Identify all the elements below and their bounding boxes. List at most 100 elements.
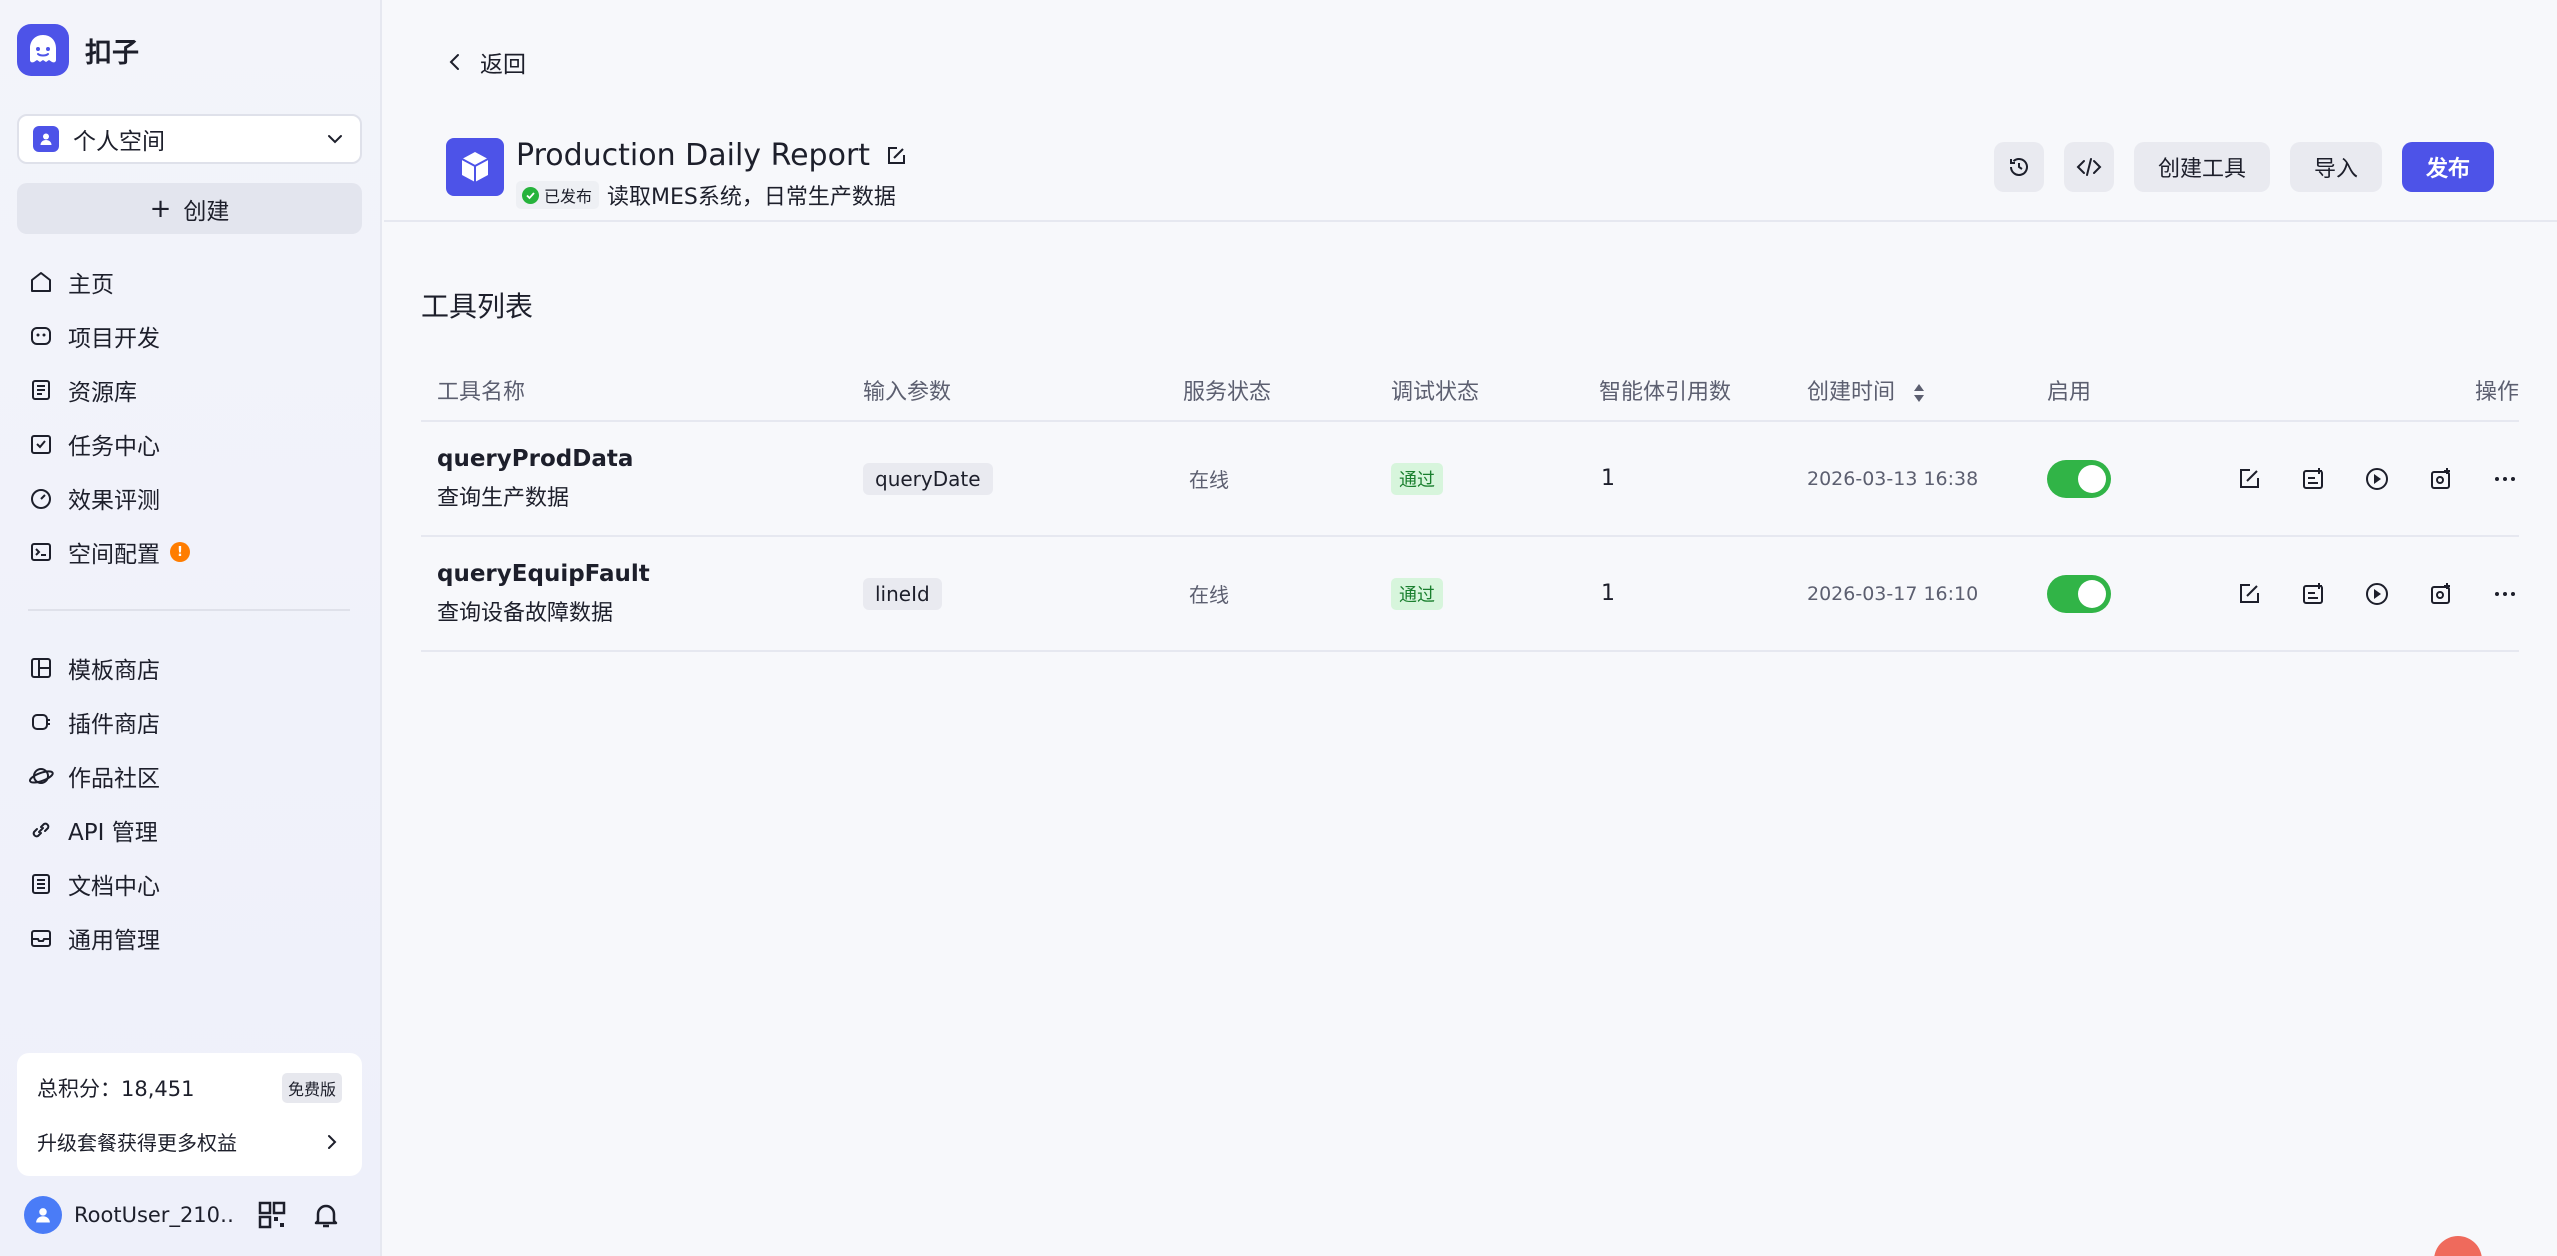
doc-icon <box>32 874 50 894</box>
create-tool-button[interactable]: 创建工具 <box>2133 142 2270 192</box>
header-divider <box>384 220 2557 222</box>
nav-label: API 管理 <box>68 820 158 846</box>
edit-icon[interactable] <box>2235 465 2263 493</box>
plugin-header: Production Daily Report 已发布 读取MES系统，日常生产… <box>446 138 908 211</box>
col-service: 服务状态 <box>1183 380 1272 405</box>
param-tag: queryDate <box>863 462 993 495</box>
plugin-title: Production Daily Report <box>516 138 871 173</box>
nav-item-library[interactable]: 资源库 <box>28 363 358 417</box>
publish-button[interactable]: 发布 <box>2401 142 2494 192</box>
brand-name: 扣子 <box>85 37 139 69</box>
ref-count: 1 <box>1601 581 1615 606</box>
nav-label: 作品社区 <box>68 766 160 792</box>
inbox-icon <box>31 930 51 947</box>
table-row[interactable]: queryEquipFault 查询设备故障数据 lineId 在线 通过 1 … <box>421 537 2519 652</box>
row-actions <box>2199 580 2519 608</box>
sidebar: 扣子 个人空间 + 创建 主页 项目开发 资源库 任务中心 效果评测 空间配置 … <box>0 0 382 1256</box>
space-selector[interactable]: 个人空间 <box>17 114 362 164</box>
row-actions <box>2199 465 2519 493</box>
status-badge: 已发布 <box>516 181 600 209</box>
nav-item-space-config[interactable]: 空间配置 ! <box>28 525 358 579</box>
upgrade-link[interactable]: 升级套餐获得更多权益 <box>37 1127 342 1156</box>
main-content: 返回 Production Daily Report 已发布 读取MES系统，日… <box>384 0 2557 1256</box>
more-icon[interactable] <box>2491 580 2519 608</box>
status-text: 已发布 <box>544 187 593 206</box>
created-time: 2026-03-13 16:38 <box>1807 467 1979 490</box>
nav-item-community[interactable]: 作品社区 <box>28 749 358 803</box>
col-refs: 智能体引用数 <box>1599 380 1732 405</box>
code-button[interactable] <box>2063 142 2114 192</box>
nav-item-tasks[interactable]: 任务中心 <box>28 417 358 471</box>
create-button[interactable]: + 创建 <box>17 183 362 234</box>
link-icon <box>32 822 50 838</box>
chevron-left-icon <box>449 54 459 70</box>
service-status: 在线 <box>1189 583 1229 607</box>
task-icon <box>31 435 51 454</box>
upgrade-text: 升级套餐获得更多权益 <box>37 1131 237 1155</box>
nav-label: 任务中心 <box>68 434 160 460</box>
col-created-label: 创建时间 <box>1807 380 1896 405</box>
nav-item-api[interactable]: API 管理 <box>28 803 358 857</box>
nav-item-evaluation[interactable]: 效果评测 <box>28 471 358 525</box>
user-icon <box>33 126 59 152</box>
import-button[interactable]: 导入 <box>2289 142 2382 192</box>
ref-count: 1 <box>1601 466 1615 491</box>
planet-icon <box>28 768 54 784</box>
nav-label: 插件商店 <box>68 712 160 738</box>
enable-toggle[interactable] <box>2047 574 2111 613</box>
col-enabled: 启用 <box>2047 380 2092 405</box>
qr-grid-icon[interactable] <box>256 1199 288 1231</box>
enable-toggle[interactable] <box>2047 459 2111 498</box>
more-icon[interactable] <box>2491 465 2519 493</box>
nav-item-home[interactable]: 主页 <box>28 255 358 309</box>
plugin-description: 读取MES系统，日常生产数据 <box>607 185 896 210</box>
nav-label: 项目开发 <box>68 326 160 352</box>
history-button[interactable] <box>1993 142 2044 192</box>
add-image-icon[interactable] <box>2427 465 2455 493</box>
section-title: 工具列表 <box>421 290 534 323</box>
add-note-icon[interactable] <box>2299 465 2327 493</box>
points-total: 总积分：18,451 <box>37 1077 195 1101</box>
nav-item-templates[interactable]: 模板商店 <box>28 641 358 695</box>
nav-label: 效果评测 <box>68 488 160 514</box>
points-card[interactable]: 总积分：18,451 免费版 升级套餐获得更多权益 <box>17 1053 362 1176</box>
nav-item-docs[interactable]: 文档中心 <box>28 857 358 911</box>
brand[interactable]: 扣子 <box>17 24 139 76</box>
avatar[interactable] <box>24 1196 62 1234</box>
nav-item-general[interactable]: 通用管理 <box>28 911 358 965</box>
table-row[interactable]: queryProdData 查询生产数据 queryDate 在线 通过 1 2… <box>421 422 2519 537</box>
play-icon[interactable] <box>2363 580 2391 608</box>
col-created[interactable]: 创建时间 <box>1807 374 2047 406</box>
user-name[interactable]: RootUser_210… <box>74 1203 234 1227</box>
alert-badge: ! <box>170 542 190 562</box>
tool-name: queryProdData <box>437 445 634 472</box>
nav-label: 通用管理 <box>68 928 160 954</box>
edit-icon[interactable] <box>2235 580 2263 608</box>
back-label: 返回 <box>480 52 526 78</box>
debug-status-badge: 通过 <box>1391 577 1443 610</box>
add-note-icon[interactable] <box>2299 580 2327 608</box>
col-debug: 调试状态 <box>1391 380 1480 405</box>
nav-item-plugins[interactable]: 插件商店 <box>28 695 358 749</box>
play-icon[interactable] <box>2363 465 2391 493</box>
debug-status-badge: 通过 <box>1391 462 1443 495</box>
tool-name: queryEquipFault <box>437 560 650 587</box>
nav-label: 空间配置 <box>68 542 160 568</box>
col-params: 输入参数 <box>863 380 952 405</box>
edit-icon[interactable] <box>884 144 908 168</box>
sort-icon[interactable] <box>1912 382 1926 404</box>
created-time: 2026-03-17 16:10 <box>1807 582 1979 605</box>
nav-label: 资源库 <box>68 380 137 406</box>
code-icon <box>2076 158 2102 176</box>
home-icon <box>31 272 51 292</box>
back-button[interactable]: 返回 <box>444 45 526 79</box>
terminal-icon <box>31 543 51 561</box>
secondary-nav: 模板商店 插件商店 作品社区 API 管理 文档中心 通用管理 <box>28 641 358 965</box>
space-label: 个人空间 <box>73 129 165 155</box>
nav-item-project[interactable]: 项目开发 <box>28 309 358 363</box>
chevron-right-icon <box>328 1134 337 1149</box>
add-image-icon[interactable] <box>2427 580 2455 608</box>
coze-ghost-icon <box>17 24 69 76</box>
bell-icon[interactable] <box>310 1199 342 1231</box>
plus-icon: + <box>149 193 172 224</box>
